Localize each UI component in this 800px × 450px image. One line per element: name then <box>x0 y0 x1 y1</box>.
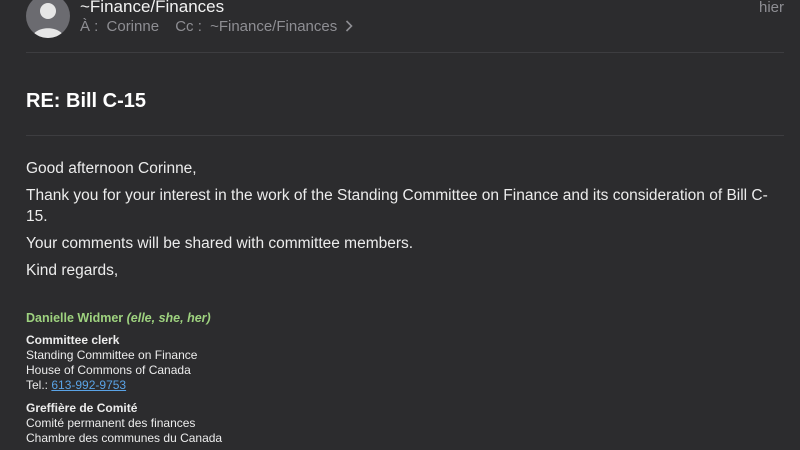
email-signature: Danielle Widmer (elle, she, her) Committ… <box>26 311 726 450</box>
chevron-right-icon[interactable] <box>345 18 354 34</box>
subject-divider <box>26 135 784 136</box>
email-date: hier <box>758 0 784 16</box>
signature-name: Danielle Widmer <box>26 311 124 325</box>
sender-name[interactable]: ~Finance/Finances <box>80 0 224 17</box>
body-paragraph: Thank you for your interest in the work … <box>26 187 768 225</box>
signature-pronouns: (elle, she, her) <box>126 311 211 325</box>
email-view: ~Finance/Finances hier À : Corinne Cc : … <box>0 0 800 450</box>
signature-phone-line: Tel.: 613-992-9753 <box>26 378 726 393</box>
phone-link[interactable]: 613-992-9753 <box>51 378 126 392</box>
email-body: Good afternoon Corinne, Thank you for yo… <box>26 158 778 287</box>
signature-french-block: Greffière de Comité Comité permanent des… <box>26 401 726 446</box>
closing: Kind regards, <box>26 262 119 279</box>
email-header: ~Finance/Finances hier À : Corinne Cc : … <box>0 0 800 52</box>
to-label: À : <box>80 18 99 35</box>
email-subject: RE: Bill C-15 <box>26 90 147 112</box>
recipients-line[interactable]: À : Corinne Cc : ~Finance/Finances <box>80 18 354 35</box>
signature-english-block: Committee clerk Standing Committee on Fi… <box>26 333 726 393</box>
signature-committee-en: Standing Committee on Finance <box>26 348 198 362</box>
signature-org-en: House of Commons of Canada <box>26 363 191 377</box>
avatar[interactable] <box>26 0 70 38</box>
signature-committee-fr: Comité permanent des finances <box>26 416 196 430</box>
cc-recipient[interactable]: ~Finance/Finances <box>210 18 337 35</box>
phone-label: Tel.: <box>26 378 49 392</box>
signature-title-fr: Greffière de Comité <box>26 401 138 415</box>
greeting: Good afternoon Corinne, <box>26 160 197 177</box>
signature-org-fr: Chambre des communes du Canada <box>26 431 223 445</box>
header-divider <box>26 52 784 53</box>
body-paragraph: Your comments will be shared with commit… <box>26 235 414 252</box>
person-icon <box>32 3 64 38</box>
signature-title-en: Committee clerk <box>26 333 120 347</box>
cc-label: Cc : <box>175 18 202 35</box>
signature-name-line: Danielle Widmer (elle, she, her) <box>26 311 726 326</box>
to-recipient[interactable]: Corinne <box>107 18 160 35</box>
